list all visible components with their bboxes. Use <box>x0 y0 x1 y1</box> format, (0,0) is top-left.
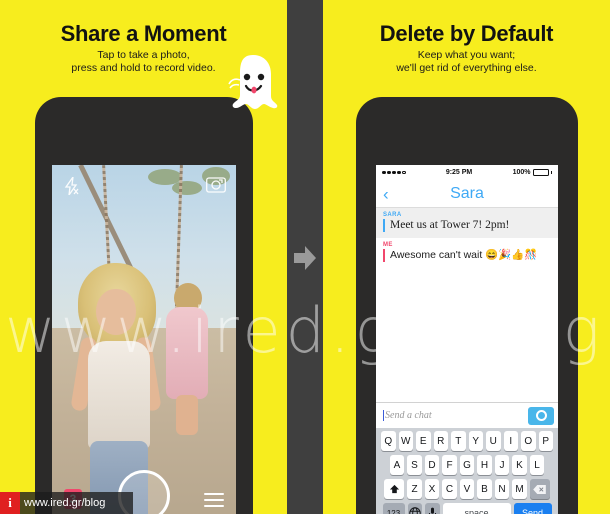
camera-viewfinder[interactable]: 3 <box>52 165 236 514</box>
key-d[interactable]: D <box>424 455 440 475</box>
key-r[interactable]: R <box>433 431 448 451</box>
key-a[interactable]: A <box>389 455 405 475</box>
key-u[interactable]: U <box>486 431 501 451</box>
globe-icon[interactable] <box>407 503 422 514</box>
key-q[interactable]: Q <box>381 431 396 451</box>
message-text: Awesome can't wait 😄🎉👍🎊 <box>383 249 552 262</box>
background-person <box>164 283 210 435</box>
chat-message[interactable]: ME Awesome can't wait 😄🎉👍🎊 <box>376 238 558 268</box>
battery-percent-label: 100% <box>512 169 531 176</box>
right-panel-heading: Delete by Default <box>379 21 554 46</box>
key-n[interactable]: N <box>494 479 510 499</box>
camera-capture-icon[interactable] <box>528 406 554 425</box>
numbers-key[interactable]: 123 <box>382 503 405 514</box>
microphone-icon[interactable] <box>425 503 440 514</box>
right-subtitle-line2: we'll get rid of everything else. <box>396 61 537 74</box>
right-phone-device: 9:25 PM 100% ‹ Sara SARA Meet us at Towe… <box>356 97 578 514</box>
signal-dots-icon <box>382 170 406 175</box>
key-x[interactable]: X <box>424 479 440 499</box>
key-e[interactable]: E <box>416 431 431 451</box>
site-url-label: www.ired.gr/blog <box>20 492 133 514</box>
chat-message[interactable]: SARA Meet us at Tower 7! 2pm! <box>376 208 558 238</box>
key-p[interactable]: P <box>538 431 553 451</box>
chat-input-placeholder[interactable]: Send a chat <box>385 410 528 421</box>
keyboard-row-4: 123 space Send <box>378 503 556 514</box>
message-sender: ME <box>383 242 393 248</box>
space-key[interactable]: space <box>442 503 511 514</box>
send-key[interactable]: Send <box>513 503 552 514</box>
key-l[interactable]: L <box>529 455 545 475</box>
status-bar: 9:25 PM 100% <box>376 165 558 180</box>
key-h[interactable]: H <box>477 455 492 475</box>
text-caret <box>383 410 384 421</box>
battery-full-icon <box>532 169 549 176</box>
key-o[interactable]: O <box>521 431 536 451</box>
arrow-right-icon <box>294 246 316 270</box>
right-panel-subtitle: Keep what you want; we'll get rid of eve… <box>323 49 610 74</box>
key-v[interactable]: V <box>459 479 475 499</box>
chat-input-bar[interactable]: Send a chat <box>376 402 558 428</box>
chat-title: Sara <box>450 184 484 202</box>
key-k[interactable]: K <box>512 455 527 475</box>
camera-flip-icon[interactable] <box>206 175 226 193</box>
palm-frond <box>172 181 202 195</box>
chat-navbar: ‹ Sara <box>376 180 558 208</box>
key-m[interactable]: M <box>512 479 527 499</box>
key-t[interactable]: T <box>451 431 466 451</box>
key-w[interactable]: W <box>398 431 413 451</box>
chat-screen[interactable]: 9:25 PM 100% ‹ Sara SARA Meet us at Towe… <box>376 165 558 514</box>
key-s[interactable]: S <box>407 455 422 475</box>
chevron-left-icon[interactable]: ‹ <box>383 185 389 202</box>
left-panel-heading: Share a Moment <box>60 21 227 46</box>
chat-message-list[interactable]: SARA Meet us at Tower 7! 2pm! ME Awesome… <box>376 208 558 402</box>
camera-screen[interactable]: 3 <box>52 165 236 514</box>
keyboard-row-1: Q W E R T Y U I O P <box>378 431 556 451</box>
waving-ghost-icon <box>228 55 278 109</box>
flash-off-icon[interactable] <box>64 177 80 195</box>
status-bar-time: 9:25 PM <box>445 169 473 176</box>
onscreen-keyboard[interactable]: Q W E R T Y U I O P A S D F G H J K L Z … <box>376 428 558 514</box>
keyboard-row-3: Z X C V B N M <box>378 479 556 499</box>
key-i[interactable]: I <box>503 431 518 451</box>
screenshot-stage: Share a Moment Tap to take a photo, pres… <box>0 0 610 514</box>
key-f[interactable]: F <box>442 455 457 475</box>
left-subtitle-line1: Tap to take a photo, <box>97 49 190 61</box>
key-z[interactable]: Z <box>407 479 422 499</box>
hamburger-menu-icon[interactable] <box>204 493 224 507</box>
key-c[interactable]: C <box>442 479 457 499</box>
ios-app: 9:25 PM 100% ‹ Sara SARA Meet us at Towe… <box>376 165 558 514</box>
left-feature-panel: Share a Moment Tap to take a photo, pres… <box>0 0 287 514</box>
site-attribution-bar: i www.ired.gr/blog <box>0 492 133 514</box>
keyboard-row-2: A S D F G H J K L <box>378 455 556 475</box>
backspace-icon[interactable] <box>529 479 550 499</box>
right-subtitle-line1: Keep what you want; <box>417 49 516 61</box>
message-sender: SARA <box>383 212 402 218</box>
left-phone-device: 3 <box>35 97 253 514</box>
message-text: Meet us at Tower 7! 2pm! <box>383 219 552 232</box>
key-b[interactable]: B <box>477 479 492 499</box>
site-logo: i <box>0 492 20 514</box>
battery-indicator: 100% <box>513 169 552 176</box>
key-j[interactable]: J <box>494 455 510 475</box>
right-feature-panel: Delete by Default Keep what you want; we… <box>323 0 610 514</box>
key-g[interactable]: G <box>459 455 475 475</box>
left-subtitle-line2: press and hold to record video. <box>71 61 216 74</box>
key-y[interactable]: Y <box>468 431 483 451</box>
shift-icon[interactable] <box>384 479 405 499</box>
